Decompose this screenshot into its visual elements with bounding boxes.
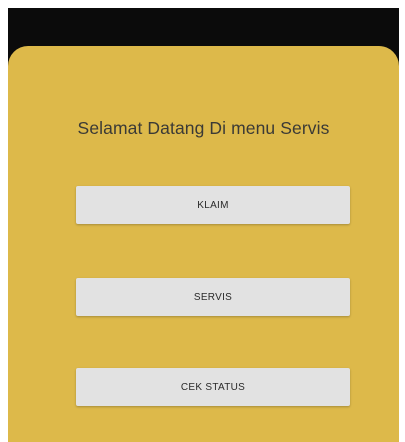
cek-status-button[interactable]: CEK STATUS [76,368,350,406]
servis-menu-screen: Selamat Datang Di menu Servis KLAIM SERV… [0,0,405,442]
klaim-button[interactable]: KLAIM [76,186,350,224]
menu-panel: Selamat Datang Di menu Servis KLAIM SERV… [8,46,399,442]
page-title: Selamat Datang Di menu Servis [77,118,330,138]
servis-button[interactable]: SERVIS [76,278,350,316]
